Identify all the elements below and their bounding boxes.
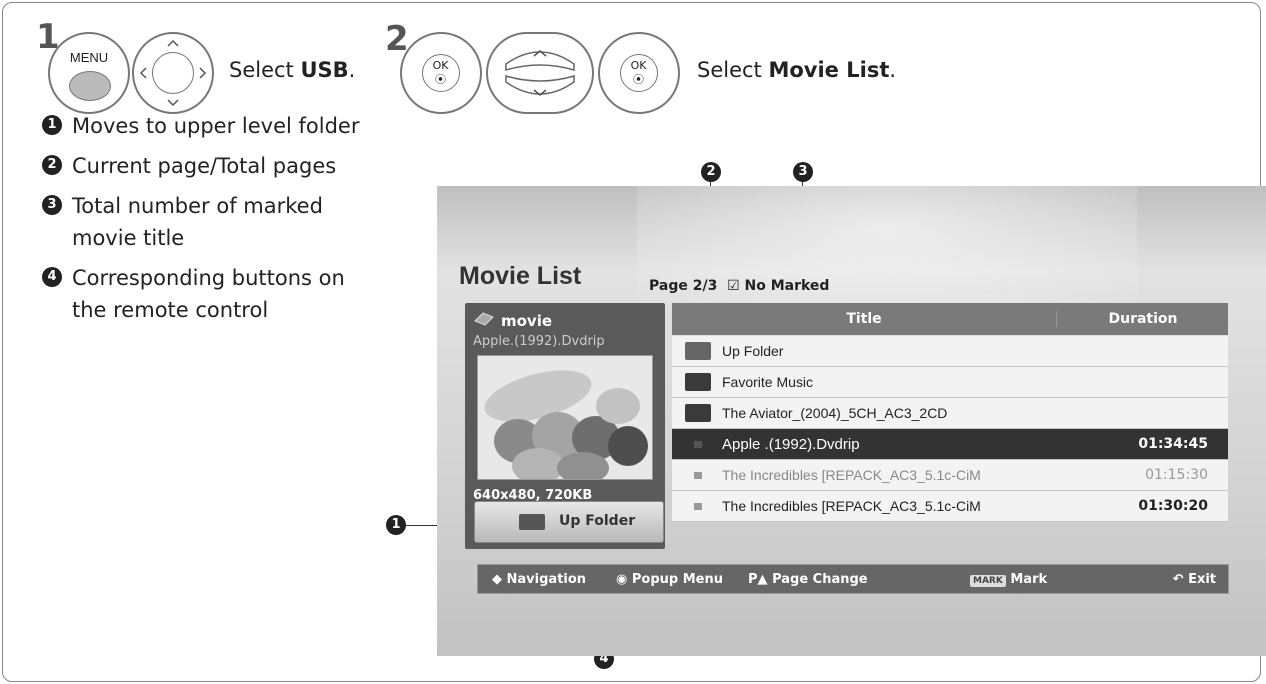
ok-button-icon-2: OK ⦿: [598, 32, 680, 114]
page-indicator: Page 2/3 ☑ No Marked: [649, 278, 830, 294]
popup-menu-hint: ◉ Popup Menu: [616, 572, 723, 587]
preview-thumbnail: [477, 355, 653, 480]
file-marker-icon: [694, 503, 702, 510]
exit-hint: ↶ Exit: [1172, 572, 1216, 587]
menu-key-icon: [69, 71, 111, 101]
table-row[interactable]: The Aviator_(2004)_5CH_AC3_2CD: [672, 398, 1228, 429]
page-change-hint: P▲ Page Change: [748, 572, 868, 587]
callout-3: 3: [793, 162, 813, 182]
table-row[interactable]: The Incredibles [REPACK_AC3_5.1c-CiM 01:…: [672, 460, 1228, 491]
arrow-glyphs-icon: [139, 39, 207, 107]
table-row-selected[interactable]: Apple .(1992).Dvdrip 01:34:45: [672, 429, 1228, 460]
movie-table: Title Duration Up Folder Favorite Music …: [672, 303, 1228, 547]
file-marker-icon: [694, 472, 702, 479]
folder-icon: [685, 373, 711, 391]
menu-button-label: MENU: [69, 50, 109, 65]
legend-list: 1 Moves to upper level folder 2 Current pa…: [42, 110, 382, 334]
marked-count: ☑ No Marked: [727, 278, 830, 294]
column-title: Title: [846, 311, 882, 327]
screen-title: Movie List: [459, 262, 582, 290]
legend-item: 1 Moves to upper level folder: [42, 110, 382, 142]
legend-item: 2 Current page/Total pages: [42, 150, 382, 182]
folder-icon: [685, 404, 711, 422]
preview-title: movie: [501, 312, 553, 330]
callout-1: 1: [386, 515, 406, 535]
fruit-image: [478, 356, 652, 479]
preview-filename: Apple.(1992).Dvdrip: [473, 334, 605, 349]
movie-icon: [474, 312, 494, 326]
legend-item: 4 Corresponding buttons on the remote con…: [42, 262, 382, 326]
column-duration: Duration: [1056, 311, 1229, 327]
step-2-instruction: Select Movie List.: [697, 58, 897, 82]
up-folder-icon: [685, 342, 711, 360]
step-1-instruction: Select USB.: [229, 58, 356, 82]
up-folder-icon: [519, 514, 545, 530]
footer-bar: ◆ Navigation ◉ Popup Menu P▲ Page Change…: [477, 564, 1229, 594]
legend-item: 3 Total number of marked movie title: [42, 190, 382, 254]
navigation-hint: ◆ Navigation: [492, 572, 587, 587]
table-row[interactable]: Up Folder: [672, 336, 1228, 367]
up-folder-button[interactable]: Up Folder: [474, 501, 664, 543]
up-down-button-icon: [486, 32, 594, 114]
table-header: Title Duration: [672, 303, 1228, 335]
table-row[interactable]: Favorite Music: [672, 367, 1228, 398]
table-row[interactable]: The Incredibles [REPACK_AC3_5.1c-CiM 01:…: [672, 491, 1228, 522]
mark-hint: MARK Mark: [970, 572, 1047, 587]
ok-button-icon: OK ⦿: [400, 32, 482, 114]
callout-2: 2: [701, 162, 721, 182]
file-marker-icon: [694, 441, 702, 448]
tv-screen: Movie List Page 2/3 ☑ No Marked movie Ap…: [437, 186, 1266, 656]
navigation-ring-icon: [132, 32, 214, 114]
menu-button: MENU: [48, 32, 130, 114]
